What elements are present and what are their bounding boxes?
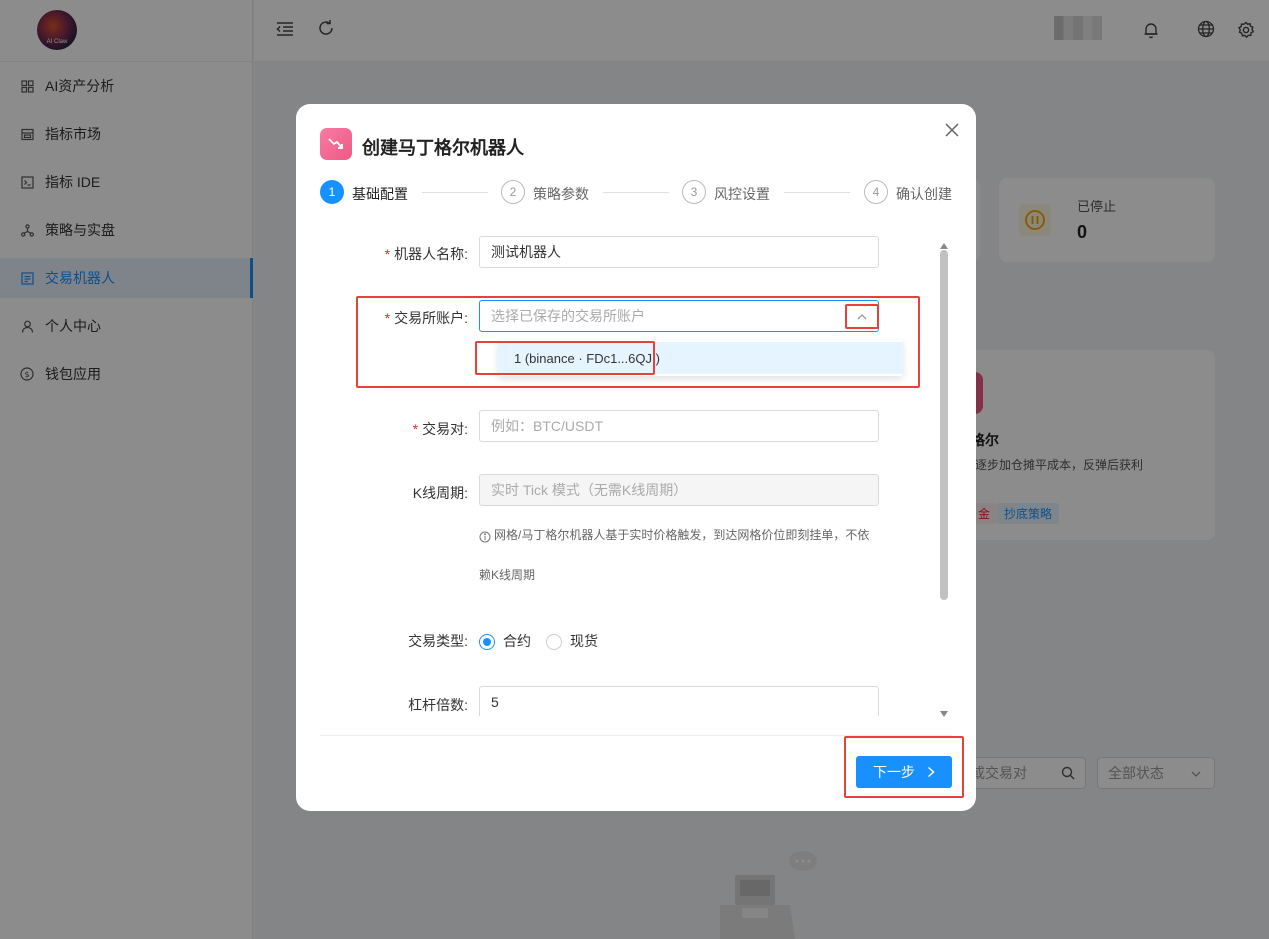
step-connector: [422, 192, 488, 193]
trade-type-futures-radio[interactable]: [479, 634, 495, 650]
next-step-button[interactable]: 下一步: [856, 756, 952, 788]
kline-period-input: 实时 Tick 模式（无需K线周期）: [479, 474, 879, 506]
footer-divider: [320, 735, 952, 736]
chevron-right-icon: [927, 766, 935, 778]
trade-type-label: 交易类型:: [408, 633, 468, 649]
create-martingale-modal: 创建马丁格尔机器人 1 基础配置 2 策略参数 3 风控设置 4 确认创建 * 机…: [296, 104, 976, 811]
step-2-number: 2: [501, 180, 525, 204]
exchange-account-placeholder: 选择已保存的交易所账户: [491, 308, 645, 324]
kline-hint-line1: 网格/马丁格尔机器人基于实时价格触发，到达网格价位即刻挂单，不依: [494, 528, 870, 542]
step-connector: [784, 192, 850, 193]
trading-pair-input[interactable]: 例如：BTC/USDT: [479, 410, 879, 442]
robot-name-input[interactable]: 测试机器人: [479, 236, 879, 268]
leverage-label: 杠杆倍数:: [408, 697, 468, 713]
close-icon[interactable]: [942, 120, 962, 140]
steps-bar: 1 基础配置 2 策略参数 3 风控设置 4 确认创建: [320, 180, 960, 204]
modal-title: 创建马丁格尔机器人: [362, 138, 524, 158]
trade-type-spot-label[interactable]: 现货: [570, 631, 598, 651]
next-step-label: 下一步: [873, 764, 915, 780]
step-connector: [603, 192, 669, 193]
exchange-account-option[interactable]: 1 (binance · FDc1...6QJI): [498, 342, 903, 374]
trade-type-spot-radio[interactable]: [546, 634, 562, 650]
step-3-label: 风控设置: [714, 186, 770, 202]
chart-down-icon: [320, 128, 352, 160]
exchange-account-label: * 交易所账户:: [384, 310, 468, 326]
chevron-up-icon[interactable]: [856, 310, 868, 326]
leverage-input[interactable]: 5: [479, 686, 879, 716]
step-3-number: 3: [682, 180, 706, 204]
step-4-label: 确认创建: [896, 186, 952, 202]
kline-period-label: K线周期:: [412, 485, 468, 501]
form-scrollbar[interactable]: [938, 234, 950, 717]
exchange-account-select[interactable]: 选择已保存的交易所账户: [479, 300, 879, 332]
trade-type-futures-label[interactable]: 合约: [503, 631, 531, 651]
step-1-label: 基础配置: [352, 186, 408, 202]
scroll-thumb[interactable]: [940, 250, 948, 600]
robot-name-label: * 机器人名称:: [384, 246, 468, 262]
info-icon: [479, 530, 491, 546]
step-4-number: 4: [864, 180, 888, 204]
trading-pair-label: * 交易对:: [412, 421, 468, 437]
step-1-number: 1: [320, 180, 344, 204]
step-2-label: 策略参数: [533, 186, 589, 202]
basic-config-form: * 机器人名称: 测试机器人 * 交易所账户: 选择已保存的交易所账户 * 交易对: …: [320, 234, 940, 716]
exchange-account-dropdown: 1 (binance · FDc1...6QJI): [498, 340, 903, 376]
scroll-down-icon[interactable]: [940, 704, 948, 720]
kline-hint-line2: 赖K线周期: [479, 568, 536, 582]
